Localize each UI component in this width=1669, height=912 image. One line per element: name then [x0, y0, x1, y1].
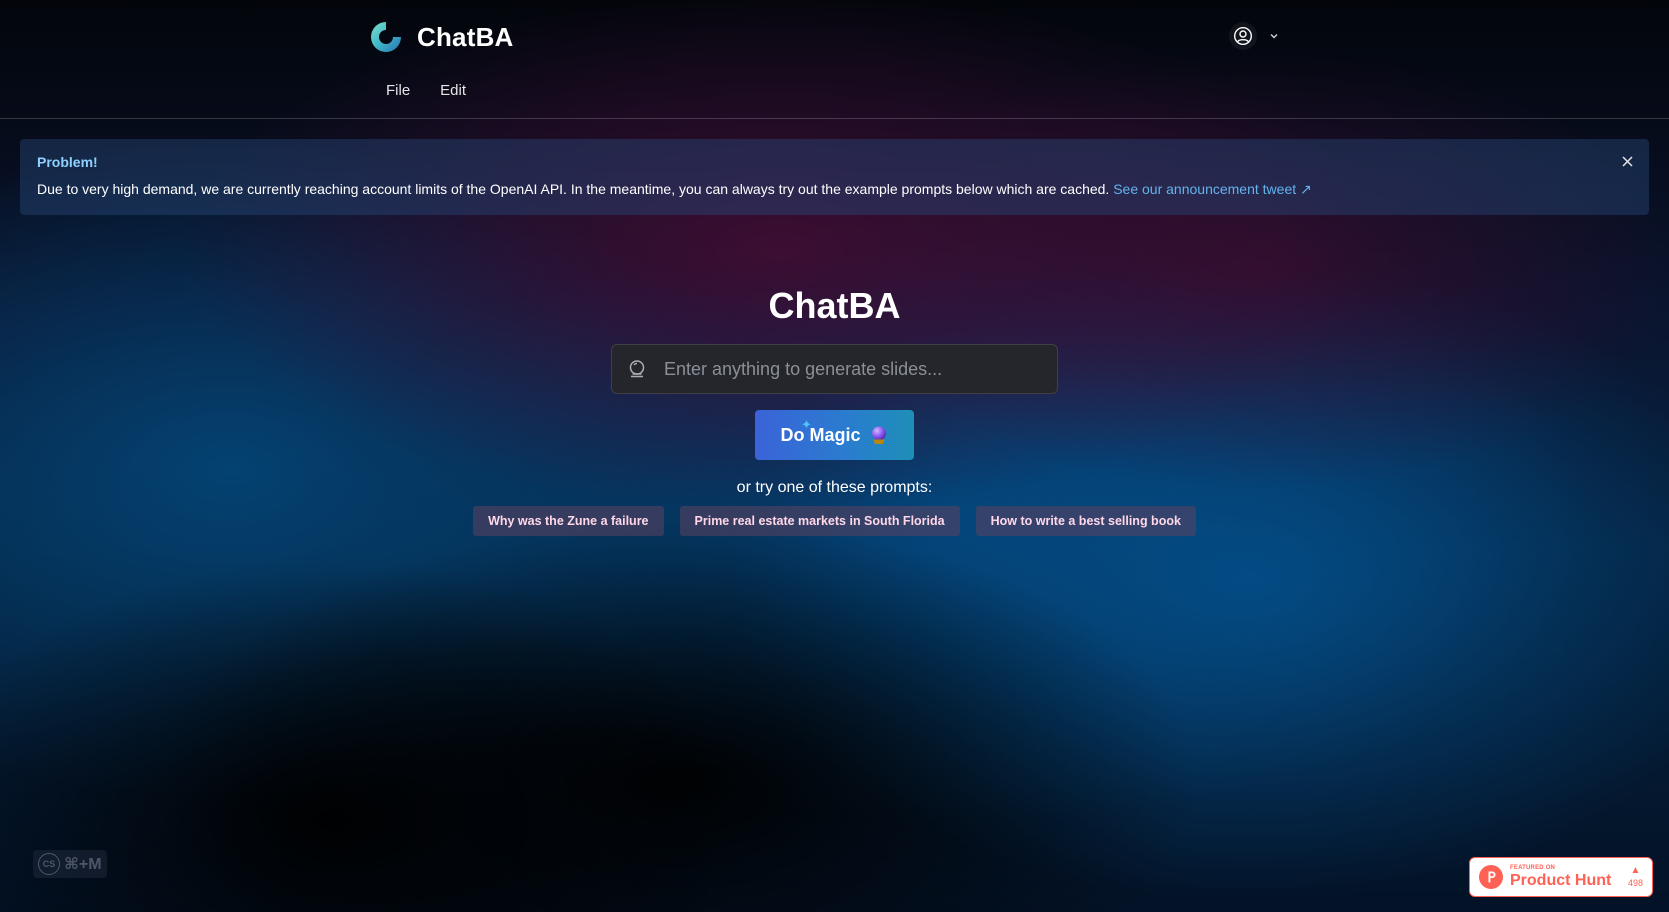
brand-name: ChatBA — [417, 21, 514, 52]
cs-logo-icon: CS — [38, 853, 60, 875]
do-magic-button[interactable]: ✦ Do Magic — [755, 410, 914, 460]
ph-featured-label: FEATURED ON — [1510, 865, 1556, 871]
menu-edit[interactable]: Edit — [440, 82, 466, 99]
menu-bar: File Edit — [386, 82, 466, 99]
logo-ring-icon — [371, 22, 401, 52]
crystal-ball-icon — [869, 425, 889, 445]
shortcut-keys: ⌘+M — [64, 856, 102, 873]
crystal-ball-outline-icon — [627, 359, 647, 379]
problem-alert: Problem! Due to very high demand, we are… — [20, 139, 1649, 215]
alert-title: Problem! — [37, 154, 98, 170]
do-magic-label: Do Magic — [780, 424, 861, 445]
prompt-chip-real-estate[interactable]: Prime real estate markets in South Flori… — [679, 506, 960, 536]
app-root: ChatBA File Edit Problem! Due to very hi… — [0, 0, 1669, 912]
alert-body: Due to very high demand, we are currentl… — [37, 181, 1632, 198]
sparkle-icon: ✦ — [801, 417, 812, 432]
prompt-input[interactable] — [664, 354, 1044, 384]
hero-title: ChatBA — [768, 285, 901, 326]
close-icon[interactable] — [1619, 153, 1635, 169]
user-circle-icon[interactable] — [1229, 22, 1257, 50]
product-hunt-badge[interactable]: FEATURED ON Product Hunt ▲ 498 — [1469, 857, 1653, 897]
user-menu[interactable] — [1229, 22, 1281, 50]
try-prompts-label: or try one of these prompts: — [736, 479, 933, 496]
chevron-down-icon[interactable] — [1267, 29, 1281, 43]
product-hunt-text: FEATURED ON Product Hunt — [1510, 865, 1611, 889]
ph-vote-counter: ▲ 498 — [1628, 866, 1643, 888]
shortcut-badge[interactable]: CS ⌘+M — [33, 850, 107, 878]
top-header: ChatBA File Edit — [0, 0, 1669, 119]
alert-message: Due to very high demand, we are currentl… — [37, 181, 1110, 197]
prompt-search-box[interactable] — [611, 344, 1058, 394]
announcement-link[interactable]: See our announcement tweet ↗ — [1113, 181, 1312, 197]
prompt-chip-best-selling-book[interactable]: How to write a best selling book — [975, 506, 1196, 536]
menu-file[interactable]: File — [386, 82, 410, 99]
product-hunt-logo-icon — [1479, 865, 1503, 889]
brand-logo[interactable]: ChatBA — [369, 20, 514, 54]
prompt-chip-zune[interactable]: Why was the Zune a failure — [473, 506, 664, 536]
upvote-arrow-icon: ▲ — [1630, 865, 1641, 876]
ph-title: Product Hunt — [1510, 872, 1612, 889]
example-prompts: Why was the Zune a failure Prime real es… — [0, 506, 1669, 536]
ph-vote-count: 498 — [1627, 878, 1643, 888]
